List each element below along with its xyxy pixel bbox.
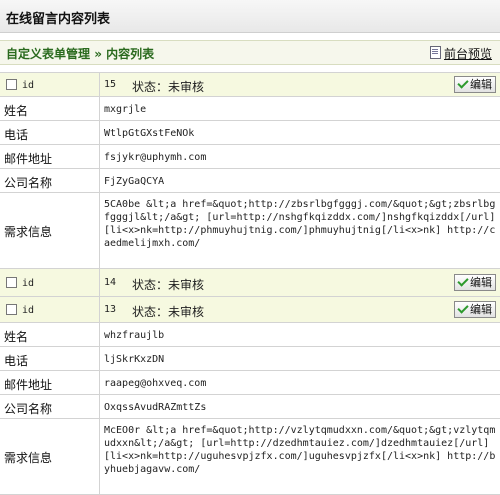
edit-label: 编辑 [470, 276, 492, 289]
field-row: 姓名 whzfraujlb [0, 322, 500, 346]
column-divider [99, 395, 100, 418]
column-divider [99, 145, 100, 168]
status-label: 状态： [132, 80, 169, 94]
status-value: 未审核 [168, 278, 205, 292]
breadcrumb: 自定义表单管理 » 内容列表 前台预览 [0, 40, 500, 65]
field-label: 需求信息 [4, 451, 53, 465]
status-value: 未审核 [168, 305, 205, 319]
edit-label: 编辑 [470, 303, 492, 316]
status-label: 状态： [132, 278, 169, 292]
column-divider [99, 347, 100, 370]
field-value: 5CA0be &lt;a href=&quot;http://zbsrlbgfg… [104, 199, 496, 249]
field-value: FjZyGaQCYA [104, 176, 165, 187]
record-header-row: id 13 状态：未审核 编辑 [0, 296, 500, 322]
column-divider [99, 193, 100, 268]
breadcrumb-root-link[interactable]: 自定义表单管理 [6, 47, 90, 61]
field-label: 公司名称 [4, 402, 53, 416]
breadcrumb-trail: 自定义表单管理 » 内容列表 [6, 45, 154, 62]
column-divider [99, 371, 100, 394]
id-label: id [22, 278, 35, 289]
field-value: OxqssAvudRAZmttZs [104, 402, 207, 413]
breadcrumb-separator: » [94, 47, 102, 61]
record-checkbox[interactable] [6, 79, 17, 90]
column-divider [99, 323, 100, 346]
field-row: 姓名 mxgrjle [0, 96, 500, 120]
preview-label: 前台预览 [443, 47, 492, 61]
field-value: mxgrjle [104, 104, 147, 115]
column-divider [99, 297, 100, 322]
field-row: 邮件地址 fsjykr@uphymh.com [0, 144, 500, 168]
field-label: 电话 [4, 128, 29, 142]
record-header-row: id 15 状态：未审核 编辑 [0, 72, 500, 96]
field-value: WtlpGtGXstFeNOk [104, 128, 195, 139]
status-label: 状态： [132, 305, 169, 319]
field-value: ljSkrKxzDN [104, 354, 165, 365]
page-header: 在线留言内容列表 [0, 0, 500, 33]
field-row: 公司名称 OxqssAvudRAZmttZs [0, 394, 500, 418]
record-checkbox[interactable] [6, 277, 17, 288]
record-id: 15 [104, 79, 117, 90]
field-row: 邮件地址 raapeg@ohxveq.com [0, 370, 500, 394]
field-row: 电话 WtlpGtGXstFeNOk [0, 120, 500, 144]
edit-label: 编辑 [470, 78, 492, 91]
column-divider [99, 269, 100, 296]
check-icon [457, 302, 469, 314]
check-icon [457, 77, 469, 89]
field-label: 邮件地址 [4, 152, 53, 166]
column-divider [99, 73, 100, 96]
check-icon [457, 275, 469, 287]
breadcrumb-current: 内容列表 [106, 47, 155, 61]
id-label: id [22, 305, 35, 316]
field-value: whzfraujlb [104, 330, 165, 341]
record-id: 14 [104, 277, 117, 288]
preview-link[interactable]: 前台预览 [429, 45, 492, 62]
field-label: 邮件地址 [4, 378, 53, 392]
field-label: 姓名 [4, 104, 29, 118]
field-value: raapeg@ohxveq.com [104, 378, 207, 389]
record-header-row: id 14 状态：未审核 编辑 [0, 268, 500, 296]
column-divider [99, 419, 100, 494]
document-icon [429, 46, 441, 59]
column-divider [99, 97, 100, 120]
field-row: 电话 ljSkrKxzDN [0, 346, 500, 370]
field-label: 需求信息 [4, 225, 53, 239]
status-value: 未审核 [168, 80, 205, 94]
record-id: 13 [104, 304, 117, 315]
column-divider [99, 121, 100, 144]
field-label: 电话 [4, 354, 29, 368]
field-row: 需求信息 McEO0r &lt;a href=&quot;http://vzly… [0, 418, 500, 494]
edit-button[interactable]: 编辑 [454, 274, 496, 291]
page-title: 在线留言内容列表 [6, 12, 111, 27]
field-row: 需求信息 5CA0be &lt;a href=&quot;http://zbsr… [0, 192, 500, 268]
field-value: McEO0r &lt;a href=&quot;http://vzlytqmud… [104, 425, 496, 475]
record-status: 状态：未审核 [132, 78, 204, 95]
record-status: 状态：未审核 [132, 303, 204, 320]
field-label: 公司名称 [4, 176, 53, 190]
column-divider [99, 169, 100, 192]
record-status: 状态：未审核 [132, 276, 204, 293]
field-row: 公司名称 FjZyGaQCYA [0, 168, 500, 192]
id-label: id [22, 80, 35, 91]
field-value: fsjykr@uphymh.com [104, 152, 207, 163]
field-label: 姓名 [4, 330, 29, 344]
edit-button[interactable]: 编辑 [454, 301, 496, 318]
record-checkbox[interactable] [6, 304, 17, 315]
edit-button[interactable]: 编辑 [454, 76, 496, 93]
